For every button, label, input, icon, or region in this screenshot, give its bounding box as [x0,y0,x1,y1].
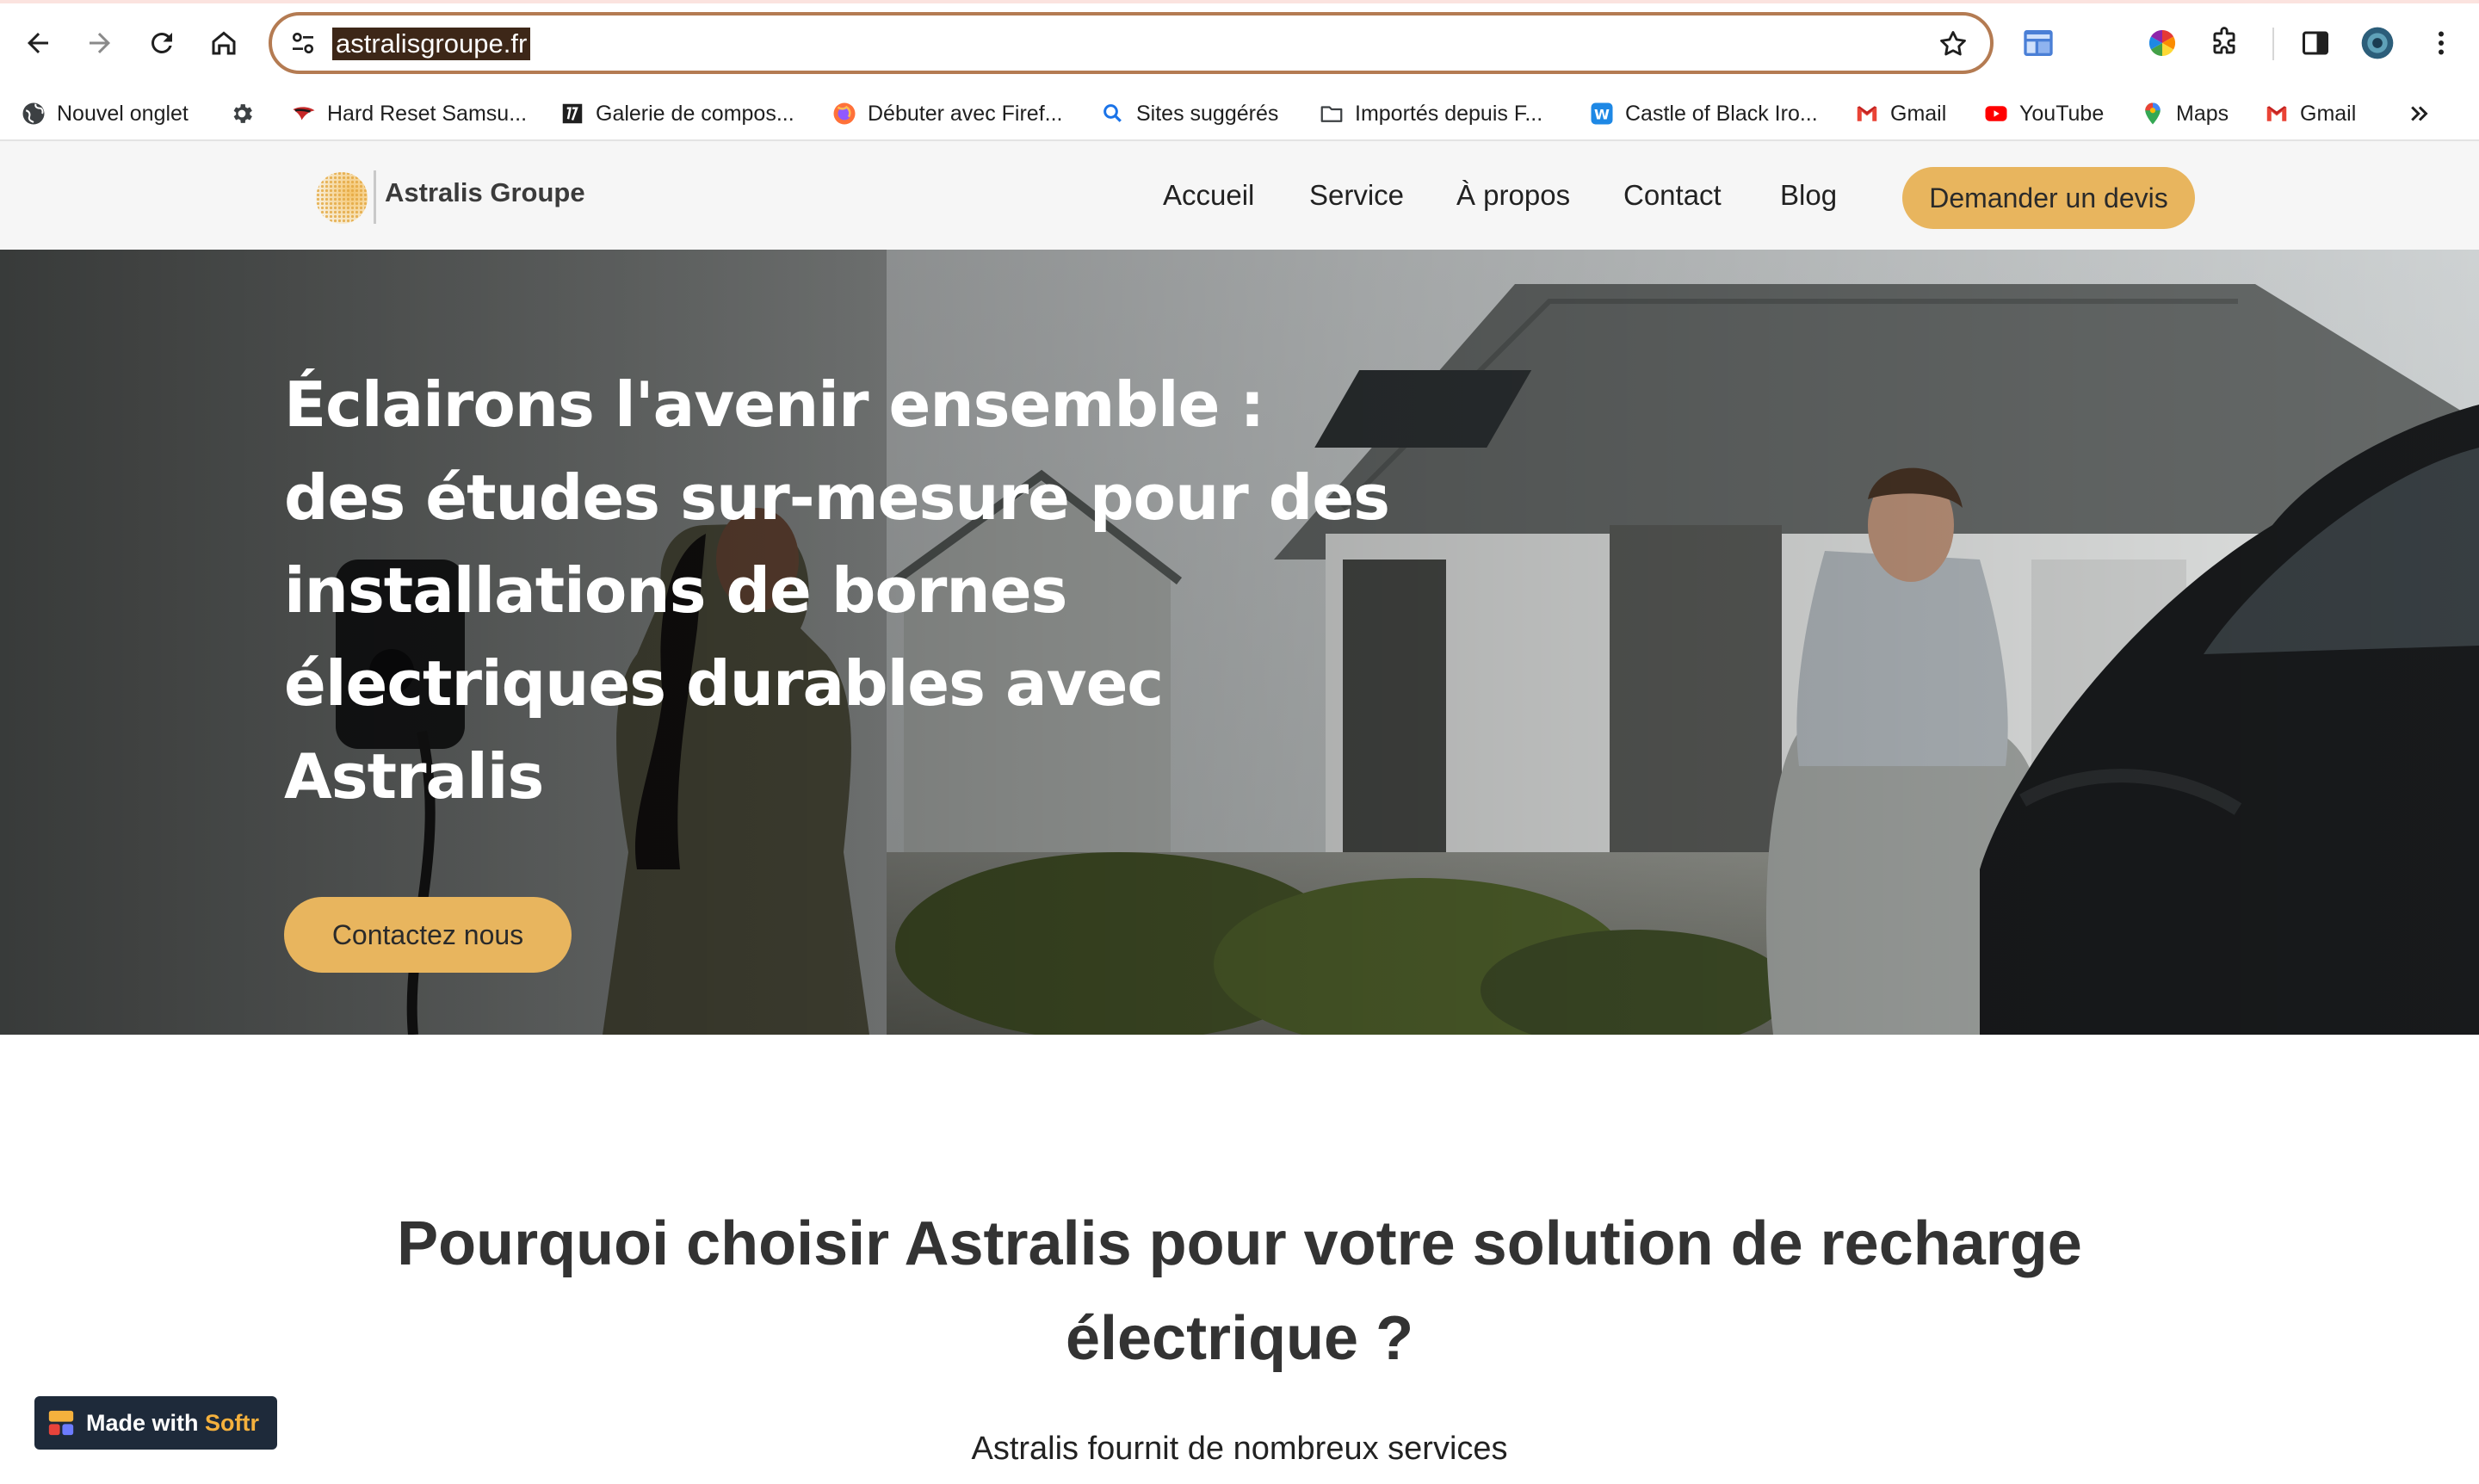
badge-brand: Softr [205,1409,260,1436]
bookmark-label: Gmail [2300,101,2357,126]
hero-title: Éclairons l'avenir ensemble : des études… [284,368,1390,813]
softr-logo-icon [48,1410,74,1436]
folder-icon [1319,101,1345,127]
bookmark-star-icon[interactable] [1937,28,1969,60]
reload-icon [151,33,172,53]
address-bar[interactable]: astralisgroupe.fr [269,12,1994,74]
chevron-double-right-icon [2407,101,2433,127]
gmail-icon [1854,101,1880,127]
browser-menu-icon[interactable] [2424,26,2458,60]
maps-icon [2140,101,2166,127]
astralis-logo-icon [316,172,368,224]
bookmark-firefox[interactable]: Débuter avec Firef... [831,96,1062,131]
bookmark-nouvel-onglet[interactable]: Nouvel onglet [21,96,189,131]
youtube-icon [1983,101,2009,127]
bookmark-hard-reset[interactable]: Hard Reset Samsu... [291,96,527,131]
svg-text:W: W [1594,106,1610,122]
toolbar-divider [2272,28,2274,60]
profile-avatar-icon[interactable] [2360,26,2395,60]
castle-icon: W [1589,101,1615,127]
bookmark-importes[interactable]: Importés depuis F... [1319,96,1542,131]
firefox-icon [831,101,857,127]
badge-prefix: Made with [86,1409,199,1436]
bookmark-label: Sites suggérés [1136,101,1279,126]
bookmark-gmail[interactable]: Gmail [1854,96,1946,131]
browser-toolbar: astralisgroupe.fr [0,0,2479,88]
bookmark-castle[interactable]: W Castle of Black Iro... [1589,96,1818,131]
home-icon [212,31,236,55]
gmail-icon [2264,101,2290,127]
bookmarks-overflow-button[interactable] [2407,96,2433,131]
url-text[interactable]: astralisgroupe.fr [332,28,531,60]
nav-link-service[interactable]: Service [1309,179,1404,212]
bookmark-label: Gmail [1890,101,1947,126]
bookmark-label: Castle of Black Iro... [1625,101,1818,126]
bookmark-label: Hard Reset Samsu... [327,101,528,126]
arrow-right-icon [90,33,110,53]
bookmark-settings[interactable] [229,96,255,131]
bookmark-label: Importés depuis F... [1355,101,1543,126]
brand-logo[interactable]: Astralis Groupe [312,167,585,227]
tab-strip-edge [0,0,2479,3]
galerie-icon [559,101,585,127]
section-title: Pourquoi choisir Astralis pour votre sol… [397,1209,2082,1373]
request-quote-button[interactable]: Demander un devis [1902,167,2195,229]
layout-extension-icon[interactable] [2021,26,2056,60]
nav-link-accueil[interactable]: Accueil [1163,179,1254,212]
bookmark-youtube[interactable]: YouTube [1983,96,2104,131]
bookmark-label: Galerie de compos... [596,101,794,126]
color-picker-extension-icon[interactable] [2145,26,2179,60]
search-icon [1100,101,1126,127]
badge-label: Made with Softr [86,1410,259,1437]
bookmark-galerie[interactable]: Galerie de compos... [559,96,794,131]
site-settings-icon[interactable] [289,29,317,57]
brand-name: Astralis Groupe [385,177,585,207]
bookmark-label: Maps [2176,101,2229,126]
reload-button[interactable] [141,22,182,64]
hardreset-icon [291,101,317,127]
arrow-left-icon [28,33,48,53]
bookmark-sites-suggeres[interactable]: Sites suggérés [1100,96,1278,131]
nav-link-a-propos[interactable]: À propos [1456,179,1570,212]
bookmark-gmail-2[interactable]: Gmail [2264,96,2356,131]
hero-section: Éclairons l'avenir ensemble : des études… [0,250,2479,1035]
back-button[interactable] [17,22,59,64]
section-subtitle: Astralis fournit de nombreux services [971,1431,1508,1467]
bookmark-maps[interactable]: Maps [2140,96,2229,131]
home-button[interactable] [203,22,244,64]
logo-separator [374,170,376,224]
bookmark-label: Nouvel onglet [57,101,189,126]
forward-button[interactable] [79,22,121,64]
nav-link-blog[interactable]: Blog [1780,179,1837,212]
extensions-puzzle-icon[interactable] [2207,26,2241,60]
site-header: Astralis Groupe Accueil Service À propos… [0,141,2479,250]
contact-us-button[interactable]: Contactez nous [284,897,572,973]
bookmark-label: Débuter avec Firef... [868,101,1063,126]
nav-link-contact[interactable]: Contact [1623,179,1722,212]
globe-icon [21,101,46,127]
bookmark-label: YouTube [2019,101,2105,126]
gear-icon [229,101,255,127]
bookmarks-bar: Nouvel onglet Hard Reset Samsu... Galeri… [0,88,2479,141]
side-panel-icon[interactable] [2298,26,2333,60]
made-with-softr-badge[interactable]: Made with Softr [34,1396,277,1450]
